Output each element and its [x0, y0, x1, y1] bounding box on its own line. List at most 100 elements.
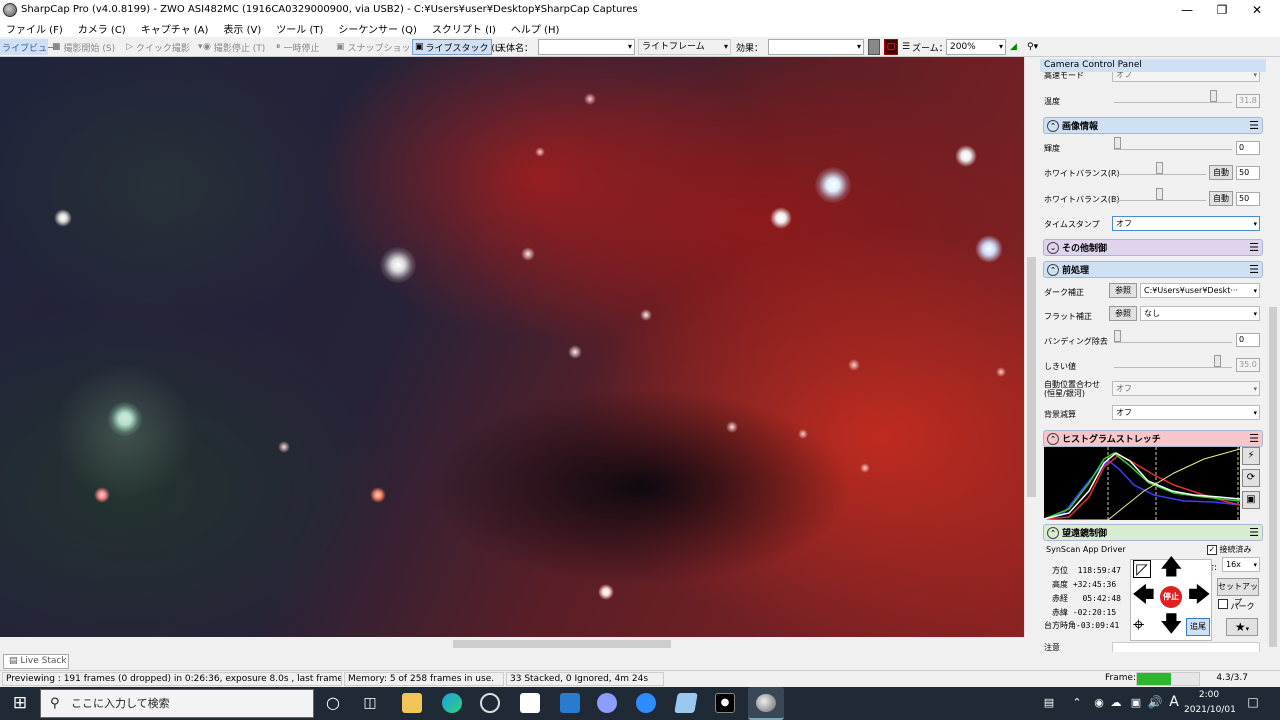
menu-scripting[interactable]: スクリプト (I): [432, 21, 496, 36]
dark-file-select[interactable]: C:¥Users¥user¥Deskt··· ▾: [1140, 283, 1260, 298]
wb-b-input[interactable]: 50: [1236, 192, 1260, 206]
favorites-button[interactable]: ★▾: [1226, 618, 1258, 636]
volume-icon[interactable]: 🔊: [1146, 695, 1164, 709]
tracking-button[interactable]: 追尾: [1186, 618, 1210, 636]
close-button[interactable]: ✕: [1240, 0, 1274, 19]
image-viewport[interactable]: [0, 57, 1024, 637]
telescope-section-header[interactable]: ⌃ 望遠鏡制御 ☰: [1043, 524, 1263, 541]
magnifier-icon[interactable]: ⚲▾: [1027, 39, 1038, 55]
auto-stretch-icon[interactable]: ⚡: [1242, 447, 1260, 465]
menu-file[interactable]: ファイル (F): [6, 21, 63, 36]
task-view-icon[interactable]: ◫: [360, 693, 380, 713]
slew-north-button[interactable]: 🡅: [1160, 557, 1183, 579]
tab-live-stack[interactable]: ▤ Live Stack: [3, 654, 69, 669]
target-name-input[interactable]: ▾: [538, 39, 635, 55]
sharpcap-taskbar-icon[interactable]: [748, 687, 784, 720]
clock-time[interactable]: 2:00: [1184, 690, 1234, 700]
quick-capture-button[interactable]: ▷ クイック撮影 ▾: [126, 39, 202, 55]
app-icon-1[interactable]: [480, 693, 500, 713]
image-horizontal-scrollbar[interactable]: [0, 637, 1038, 651]
slew-east-button[interactable]: 🡆: [1188, 585, 1211, 607]
other-controls-section-header[interactable]: ⌄ その他制御 ☰: [1043, 239, 1263, 256]
network-icon[interactable]: ▣: [1128, 696, 1144, 709]
menu-tools[interactable]: ツール (T): [276, 21, 323, 36]
onedrive-icon[interactable]: ☁: [1108, 696, 1124, 709]
setup-button[interactable]: セットアップ: [1217, 578, 1259, 607]
cortana-icon[interactable]: ○: [323, 693, 343, 713]
bgsub-select[interactable]: オフ ▾: [1112, 405, 1260, 420]
rate-select[interactable]: 16x ▾: [1222, 557, 1260, 572]
menu-sequencer[interactable]: シーケンサー (Q): [338, 21, 417, 36]
image-vertical-scrollbar[interactable]: [1024, 57, 1038, 637]
autoalign-select[interactable]: オフ ▾: [1112, 381, 1260, 396]
menu-icon[interactable]: ☰: [1249, 263, 1259, 276]
notification-icon[interactable]: ▤: [1040, 696, 1058, 709]
live-stack-button[interactable]: ▣ ライブスタック (L): [412, 39, 503, 55]
stop-capture-button[interactable]: ◉ 撮影停止 (T): [203, 39, 265, 55]
menu-camera[interactable]: カメラ (C): [78, 21, 126, 36]
histogram-section-header[interactable]: ⌃ ヒストグラムストレッチ ☰: [1043, 430, 1263, 447]
clock-date[interactable]: 2021/10/01: [1184, 705, 1236, 715]
connected-checkbox[interactable]: ✓ 接続済み: [1207, 544, 1252, 555]
app-icon-3[interactable]: [674, 693, 698, 713]
wb-b-slider[interactable]: [1114, 188, 1206, 201]
reset-icon[interactable]: ⟳: [1242, 469, 1260, 487]
app-tray-icon[interactable]: ◉: [1092, 696, 1106, 709]
image-section-header[interactable]: ⌃ 画像情報 ☰: [1043, 117, 1263, 134]
park-checkbox[interactable]: パーク: [1218, 599, 1255, 612]
zoom-app-icon[interactable]: [636, 693, 656, 713]
banding-input[interactable]: 0: [1236, 333, 1260, 347]
flat-file-select[interactable]: なし ▾: [1140, 306, 1260, 321]
quick-capture-dropdown-icon[interactable]: ▾: [198, 42, 203, 52]
maximize-button[interactable]: ❐: [1205, 0, 1239, 19]
menu-icon[interactable]: ☰: [1249, 241, 1259, 254]
menu-icon[interactable]: ☰: [1249, 119, 1259, 132]
wb-b-auto-button[interactable]: 自動: [1209, 191, 1233, 206]
panel-scrollbar[interactable]: [1266, 57, 1280, 652]
windows-start-icon[interactable]: ⊞: [10, 693, 30, 713]
crosshair-icon[interactable]: ⌖: [1133, 613, 1144, 635]
zoom-select[interactable]: 200% ▾: [946, 39, 1006, 55]
slew-west-button[interactable]: 🡄: [1132, 585, 1155, 607]
minimize-button[interactable]: —: [1170, 0, 1204, 19]
dark-browse-button[interactable]: 参照: [1109, 283, 1137, 298]
edge-icon[interactable]: [442, 693, 462, 713]
color-swatch-button[interactable]: ▢: [884, 39, 898, 55]
store-icon[interactable]: [520, 693, 540, 713]
slew-south-button[interactable]: 🡇: [1160, 614, 1183, 636]
brightness-input[interactable]: 0: [1236, 141, 1260, 155]
wb-r-slider[interactable]: [1114, 162, 1206, 175]
mail-icon[interactable]: [560, 693, 580, 713]
snapshot-button[interactable]: ▣ スナップショット: [336, 39, 420, 55]
menu-icon[interactable]: ☰: [1249, 432, 1259, 445]
flat-browse-button[interactable]: 参照: [1109, 306, 1137, 321]
histogram-chart[interactable]: [1043, 447, 1241, 521]
app-icon-4[interactable]: ●: [715, 693, 735, 713]
banding-slider[interactable]: [1114, 330, 1232, 343]
brightness-slider[interactable]: [1114, 137, 1232, 150]
save-icon[interactable]: ▣: [1242, 491, 1260, 509]
tray-chevron-icon[interactable]: ⌃: [1062, 696, 1092, 709]
menu-view[interactable]: 表示 (V): [223, 21, 261, 36]
effect-select[interactable]: ▾: [768, 39, 864, 55]
notifications-icon[interactable]: □: [1244, 695, 1262, 709]
notes-input[interactable]: [1112, 642, 1260, 652]
start-capture-button[interactable]: ■ 撮影開始 (S): [52, 39, 115, 55]
live-view-button[interactable]: ライブビュー: [0, 39, 56, 55]
menu-icon[interactable]: ☰: [1249, 526, 1259, 539]
timestamp-select[interactable]: オフ ▾: [1112, 216, 1260, 231]
menu-help[interactable]: ヘルプ (H): [511, 21, 560, 36]
stop-button[interactable]: 停止: [1160, 586, 1182, 608]
wb-r-input[interactable]: 50: [1236, 166, 1260, 180]
preprocessing-section-header[interactable]: ⌃ 前処理 ☰: [1043, 261, 1263, 278]
taskbar-search-input[interactable]: ⚲ ここに入力して検索: [40, 689, 314, 718]
histogram-icon[interactable]: ◢: [1010, 39, 1017, 55]
app-icon-2[interactable]: [597, 693, 617, 713]
ime-indicator[interactable]: A: [1166, 694, 1182, 710]
menu-capture[interactable]: キャプチャ (A): [141, 21, 209, 36]
gray-swatch-button[interactable]: [868, 39, 880, 55]
wb-r-auto-button[interactable]: 自動: [1209, 165, 1233, 180]
spiral-search-icon[interactable]: ◸: [1133, 560, 1151, 578]
pause-button[interactable]: ⏸ 一時停止: [276, 39, 320, 55]
frame-type-select[interactable]: ライトフレーム ▾: [638, 39, 731, 55]
